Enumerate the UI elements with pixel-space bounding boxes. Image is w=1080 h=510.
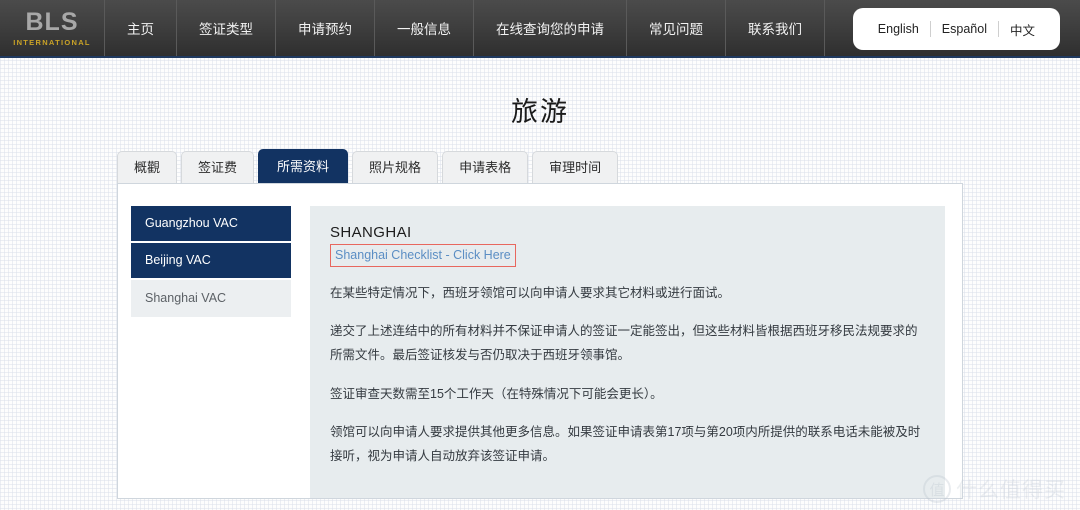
- bls-logo[interactable]: BLS INTERNATIONAL: [0, 0, 105, 56]
- content-paragraph-4: 领馆可以向申请人要求提供其他更多信息。如果签证申请表第17项与第20项内所提供的…: [330, 425, 921, 464]
- shanghai-checklist-link[interactable]: Shanghai Checklist - Click Here: [335, 248, 511, 262]
- tab-required-documents[interactable]: 所需资料: [258, 149, 349, 183]
- vac-sidebar: Guangzhou VAC Beijing VAC Shanghai VAC: [131, 205, 291, 498]
- nav-item-general-info[interactable]: 一般信息: [375, 0, 474, 56]
- watermark-text: 什么值得买: [956, 479, 1066, 502]
- nav-item-faq[interactable]: 常见问题: [627, 0, 726, 56]
- sidebar-item-guangzhou-vac[interactable]: Guangzhou VAC: [131, 205, 291, 243]
- logo-subtitle-text: INTERNATIONAL: [13, 37, 91, 47]
- content-card: Guangzhou VAC Beijing VAC Shanghai VAC S…: [117, 182, 963, 499]
- page-title: 旅游: [511, 97, 569, 127]
- content-paragraph-1: 在某些特定情况下，西班牙领馆可以向申请人要求其它材料或进行面试。: [330, 285, 731, 300]
- content-paragraph-2: 递交了上述连结中的所有材料并不保证申请人的签证一定能签出，但这些材料皆根据西班牙…: [330, 323, 918, 363]
- tab-processing-time[interactable]: 审理时间: [532, 151, 619, 183]
- sidebar-item-shanghai-vac[interactable]: Shanghai VAC: [131, 279, 291, 317]
- nav-item-home[interactable]: 主页: [105, 0, 177, 56]
- checklist-link-annotation: Shanghai Checklist - Click Here: [330, 243, 516, 267]
- language-option-espanol[interactable]: Español: [931, 22, 998, 36]
- tab-bar: 概觀 签证费 所需资料 照片规格 申请表格 审理时间: [117, 149, 1080, 183]
- content-paragraph-3: 签证审查天数需至15个工作天（在特殊情况下可能会更长）。: [330, 386, 663, 401]
- content-panel: SHANGHAI Shanghai Checklist - Click Here…: [310, 205, 945, 498]
- language-option-english[interactable]: English: [867, 22, 930, 36]
- sidebar-item-beijing-vac[interactable]: Beijing VAC: [131, 242, 291, 280]
- tab-application-form[interactable]: 申请表格: [442, 151, 529, 183]
- language-option-chinese[interactable]: 中文: [999, 20, 1046, 39]
- nav-item-visa-types[interactable]: 签证类型: [177, 0, 276, 56]
- language-selector: English Español 中文: [852, 8, 1060, 50]
- tab-photo-spec[interactable]: 照片规格: [352, 151, 439, 183]
- nav-item-track-application[interactable]: 在线查询您的申请: [474, 0, 627, 56]
- tab-overview[interactable]: 概觀: [117, 151, 178, 183]
- top-navigation-bar: BLS INTERNATIONAL 主页 签证类型 申请预约 一般信息 在线查询…: [0, 0, 1080, 58]
- nav-item-appointment[interactable]: 申请预约: [276, 0, 375, 56]
- content-heading: SHANGHAI: [330, 223, 412, 241]
- nav-item-contact-us[interactable]: 联系我们: [726, 0, 825, 56]
- logo-brand-text: BLS: [25, 7, 79, 36]
- tab-visa-fee[interactable]: 签证费: [181, 151, 255, 183]
